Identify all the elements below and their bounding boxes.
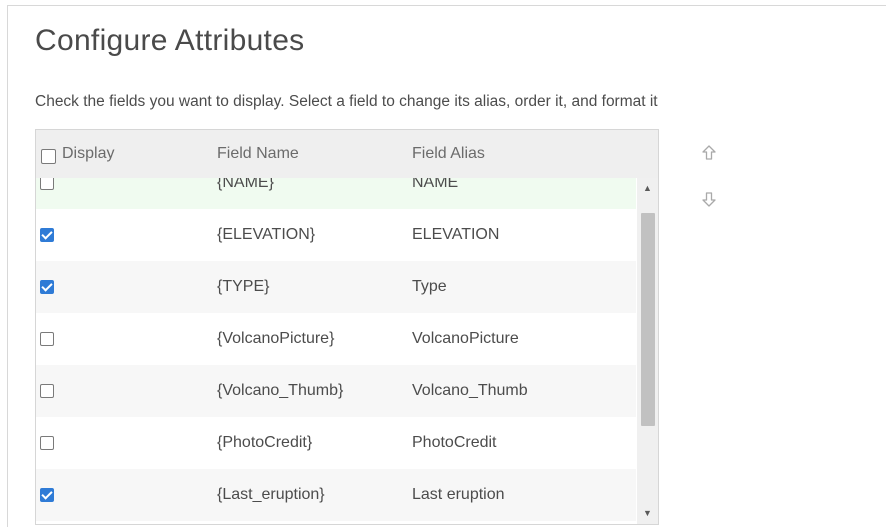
- page-title: Configure Attributes: [35, 24, 305, 57]
- field-alias-cell: Volcano_Thumb: [412, 382, 528, 399]
- display-checkbox[interactable]: [40, 178, 54, 190]
- field-alias-cell: Last eruption: [412, 486, 505, 503]
- fields-table: Display Field Name Field Alias {NAME} NAM…: [35, 129, 659, 525]
- select-all-checkbox[interactable]: [41, 149, 56, 164]
- scrollbar-thumb[interactable]: [641, 213, 655, 426]
- display-checkbox[interactable]: [40, 280, 54, 294]
- display-checkbox[interactable]: [40, 436, 54, 450]
- field-name-cell: {TYPE}: [217, 278, 270, 295]
- table-row[interactable]: {PhotoCredit} PhotoCredit: [36, 417, 636, 469]
- field-alias-cell: ELEVATION: [412, 226, 500, 243]
- display-checkbox[interactable]: [40, 332, 54, 346]
- instructions-text: Check the fields you want to display. Se…: [35, 93, 658, 110]
- display-checkbox[interactable]: [40, 384, 54, 398]
- display-checkbox[interactable]: [40, 488, 54, 502]
- table-row[interactable]: {NAME} NAME: [36, 178, 636, 209]
- table-row[interactable]: {TYPE} Type: [36, 261, 636, 313]
- field-name-cell: {Volcano_Thumb}: [217, 382, 344, 399]
- table-row[interactable]: {Last_eruption} Last eruption: [36, 469, 636, 521]
- display-checkbox[interactable]: [40, 228, 54, 242]
- field-name-cell: {ELEVATION}: [217, 226, 316, 243]
- table-row[interactable]: {Volcano_Thumb} Volcano_Thumb: [36, 365, 636, 417]
- scroll-down-arrow-icon[interactable]: ▼: [637, 505, 658, 522]
- table-header: Display Field Name Field Alias: [36, 130, 658, 178]
- move-up-button[interactable]: [700, 144, 718, 162]
- field-alias-cell: NAME: [412, 178, 459, 191]
- display-column-header[interactable]: Display: [62, 145, 114, 163]
- field-name-cell: {Last_eruption}: [217, 486, 325, 503]
- move-down-button[interactable]: [700, 190, 718, 208]
- field-name-cell: {NAME}: [217, 178, 274, 191]
- field-name-cell: {PhotoCredit}: [217, 434, 313, 451]
- arrow-up-outline-icon: [702, 145, 716, 160]
- field-alias-cell: Type: [412, 278, 447, 295]
- table-row[interactable]: {ELEVATION} ELEVATION: [36, 209, 636, 261]
- table-rows: {NAME} NAME {ELEVATION} ELEVATION {TYPE} Type…: [36, 178, 636, 521]
- arrow-down-outline-icon: [702, 192, 716, 207]
- field-alias-column-header[interactable]: Field Alias: [412, 145, 485, 163]
- table-body: {NAME} NAME {ELEVATION} ELEVATION {TYPE} Type…: [36, 178, 636, 524]
- field-alias-cell: PhotoCredit: [412, 434, 497, 451]
- vertical-scrollbar[interactable]: ▲ ▼: [637, 178, 658, 524]
- table-row[interactable]: {VolcanoPicture} VolcanoPicture: [36, 313, 636, 365]
- field-alias-cell: VolcanoPicture: [412, 330, 519, 347]
- field-name-column-header[interactable]: Field Name: [217, 145, 299, 163]
- scroll-up-arrow-icon[interactable]: ▲: [637, 180, 658, 197]
- field-name-cell: {VolcanoPicture}: [217, 330, 335, 347]
